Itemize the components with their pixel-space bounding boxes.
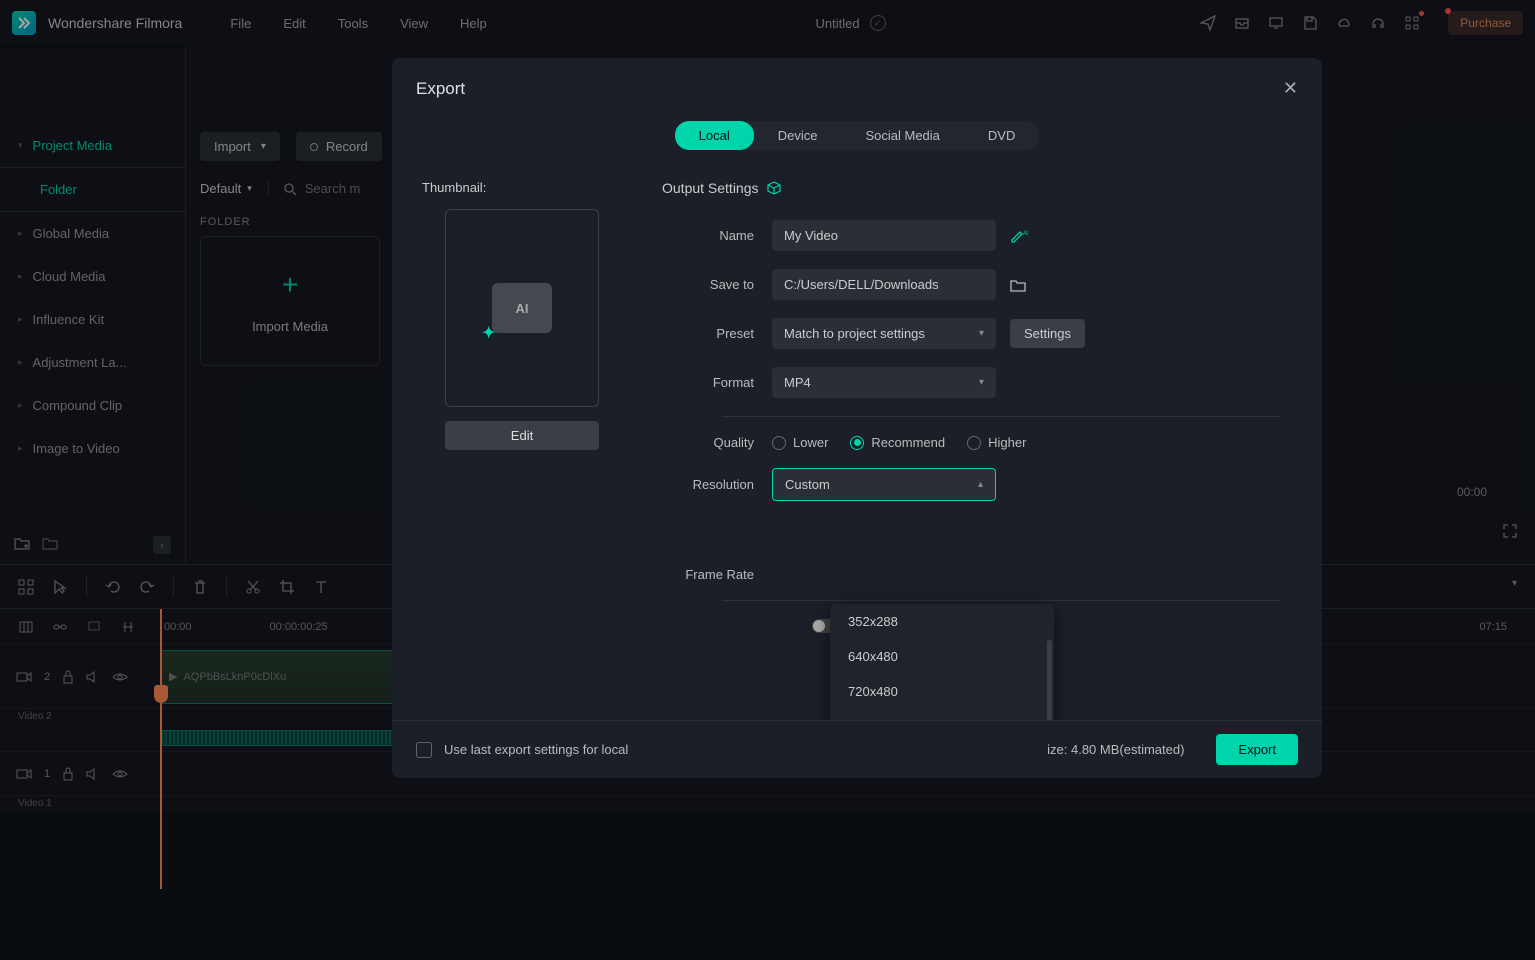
dropdown-scrollbar[interactable] [1047, 640, 1052, 720]
format-combo[interactable]: MP4▾ [772, 367, 996, 398]
field-resolution: Resolution Custom▴ [662, 468, 1280, 501]
preset-combo[interactable]: Match to project settings▾ [772, 318, 996, 349]
frame-rate-label: Frame Rate [662, 567, 772, 582]
field-format: Format MP4▾ [662, 367, 1280, 398]
resolution-option[interactable]: 720x480 [830, 674, 1054, 709]
field-name: Name AI [662, 220, 1280, 251]
use-last-label: Use last export settings for local [444, 742, 628, 757]
preset-settings-button[interactable]: Settings [1010, 319, 1085, 348]
quality-radios: Lower Recommend Higher [772, 435, 1026, 450]
quality-lower[interactable]: Lower [772, 435, 828, 450]
size-estimate: ize: 4.80 MB(estimated) [1047, 742, 1184, 757]
format-label: Format [662, 375, 772, 390]
modal-footer: Use last export settings for local ize: … [392, 720, 1322, 778]
chevron-down-icon: ▾ [979, 328, 984, 339]
field-frame-rate: Frame Rate [662, 567, 1280, 582]
field-save-to: Save to [662, 269, 1280, 300]
tab-social-media[interactable]: Social Media [841, 121, 963, 150]
chevron-up-icon: ▴ [978, 479, 983, 490]
resolution-option[interactable]: 352x288 [830, 604, 1054, 639]
quality-label: Quality [662, 435, 772, 450]
ai-edit-icon[interactable]: AI [1010, 228, 1028, 244]
resolution-label: Resolution [662, 477, 772, 492]
divider [722, 600, 1280, 601]
save-to-input[interactable] [772, 269, 996, 300]
svg-text:AI: AI [1023, 231, 1028, 237]
close-button[interactable]: ✕ [1283, 78, 1298, 99]
tab-device[interactable]: Device [754, 121, 842, 150]
field-preset: Preset Match to project settings▾ Settin… [662, 318, 1280, 349]
cube-icon[interactable] [767, 181, 781, 195]
resolution-option[interactable]: 640x480 [830, 639, 1054, 674]
tab-local[interactable]: Local [675, 121, 754, 150]
thumbnail-preview: AI ✦ [445, 209, 599, 407]
resolution-dropdown: 352x288 640x480 720x480 720x576 1280x720… [830, 604, 1054, 720]
field-quality: Quality Lower Recommend Higher [662, 435, 1280, 450]
name-label: Name [662, 228, 772, 243]
edit-thumbnail-button[interactable]: Edit [445, 421, 599, 450]
modal-title: Export [416, 79, 465, 99]
save-to-label: Save to [662, 277, 772, 292]
resolution-option[interactable]: 720x576 [830, 709, 1054, 720]
tab-dvd[interactable]: DVD [964, 121, 1039, 150]
radio-icon [850, 436, 864, 450]
divider [722, 416, 1280, 417]
folder-browse-icon[interactable] [1010, 278, 1026, 292]
name-input[interactable] [772, 220, 996, 251]
radio-icon [772, 436, 786, 450]
quality-recommend[interactable]: Recommend [850, 435, 945, 450]
resolution-combo[interactable]: Custom▴ [772, 468, 996, 501]
output-settings-heading: Output Settings [662, 180, 1280, 196]
quality-higher[interactable]: Higher [967, 435, 1026, 450]
thumbnail-section: Thumbnail: AI ✦ Edit [422, 180, 622, 712]
chevron-down-icon: ▾ [979, 377, 984, 388]
thumbnail-label: Thumbnail: [422, 180, 622, 195]
modal-body: Thumbnail: AI ✦ Edit Output Settings Nam… [392, 164, 1322, 720]
modal-header: Export ✕ [392, 58, 1322, 113]
preset-label: Preset [662, 326, 772, 341]
export-modal: Export ✕ Local Device Social Media DVD T… [392, 58, 1322, 778]
use-last-checkbox[interactable] [416, 742, 432, 758]
export-button[interactable]: Export [1216, 734, 1298, 765]
export-tabs: Local Device Social Media DVD [392, 113, 1322, 164]
radio-icon [967, 436, 981, 450]
ai-thumbnail-icon: AI ✦ [492, 283, 552, 333]
sparkle-icon: ✦ [482, 323, 495, 343]
